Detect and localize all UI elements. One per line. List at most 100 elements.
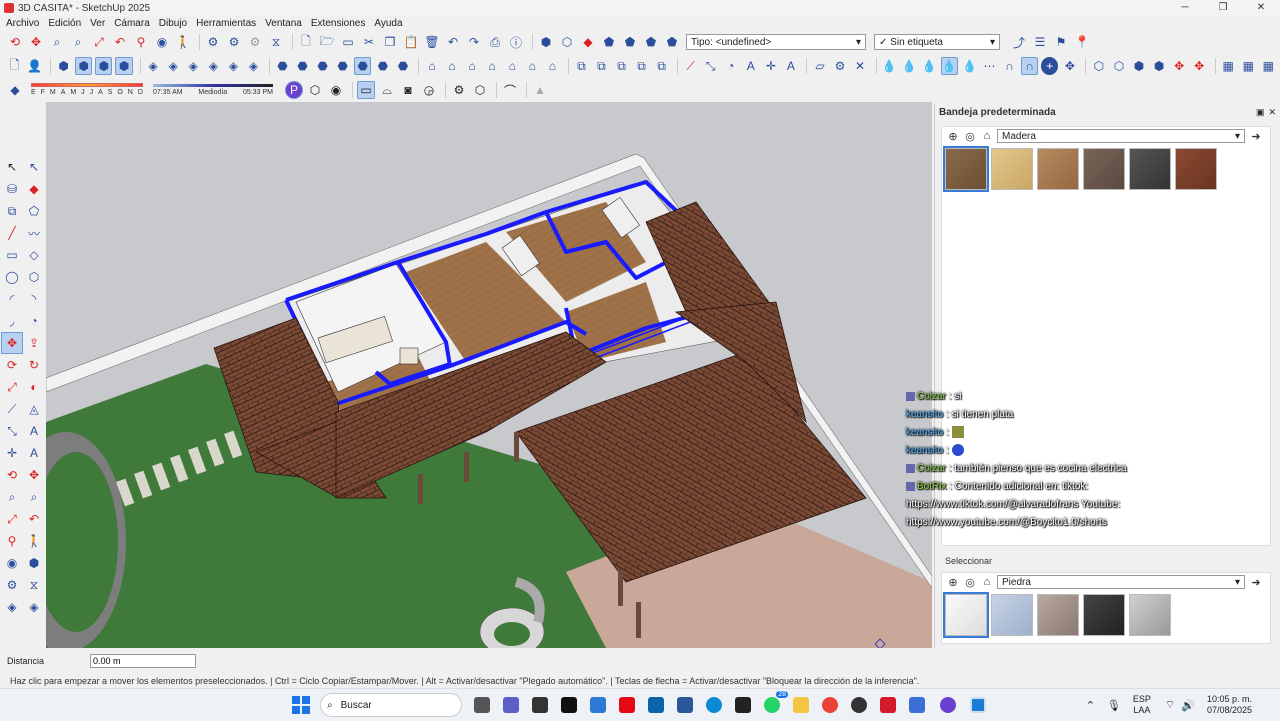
store-icon[interactable] — [590, 697, 606, 713]
material-swatch[interactable] — [991, 148, 1033, 190]
cube-view-icon[interactable]: ⬢ — [115, 57, 133, 75]
drop-icon[interactable]: 💧 — [921, 57, 938, 75]
camera-icon[interactable]: ▭ — [357, 81, 375, 99]
material-category-dropdown[interactable]: Piedra ▾ — [997, 575, 1245, 589]
paint-bucket-icon[interactable]: ⛁ — [1, 178, 23, 200]
scale-icon[interactable]: ⤢ — [1, 376, 23, 398]
orbit-icon[interactable]: ⟲ — [1, 464, 23, 486]
save-icon[interactable]: ▭ — [339, 33, 357, 51]
material-swatch[interactable] — [943, 146, 989, 192]
select-icon[interactable]: ↖ — [1, 156, 23, 178]
chrome-icon[interactable] — [822, 697, 838, 713]
sandbox-icon[interactable]: ▦ — [1220, 57, 1237, 75]
house-icon[interactable]: ⌂ — [484, 57, 501, 75]
model-info-icon[interactable]: ⓘ — [507, 33, 525, 51]
shaded-style-icon[interactable]: ⬣ — [334, 57, 351, 75]
open-icon[interactable]: 🗁 — [318, 33, 336, 51]
house-icon[interactable]: ⌂ — [464, 57, 481, 75]
menu-ver[interactable]: Ver — [90, 18, 105, 29]
circle-icon[interactable]: ◯ — [1, 266, 23, 288]
previous-icon[interactable]: ↶ — [23, 508, 45, 530]
arc-icon[interactable]: ◝ — [23, 288, 45, 310]
layer-icon[interactable]: ◈ — [1, 596, 23, 618]
drop-icon[interactable]: 💧 — [881, 57, 898, 75]
language-indicator[interactable]: ESP LAA — [1133, 694, 1151, 716]
whatsapp-icon[interactable]: 28 — [764, 691, 788, 713]
component-icon[interactable]: ⧉ — [613, 57, 630, 75]
outlook-icon[interactable] — [648, 697, 664, 713]
offset-icon[interactable]: ◐ — [23, 376, 45, 398]
wireframe-style-icon[interactable]: ⬣ — [294, 57, 311, 75]
solid-tool-icon[interactable]: ✥ — [1191, 57, 1208, 75]
cube-view-icon[interactable]: ⬢ — [75, 57, 93, 75]
create-material-icon[interactable]: ⊕ — [946, 130, 960, 143]
zoom-window-icon[interactable]: ⌕ — [23, 486, 45, 508]
record-icon[interactable]: ◉ — [327, 81, 345, 99]
document-icon[interactable]: 🗋 — [6, 57, 23, 75]
plus-circle-icon[interactable]: + — [1041, 57, 1059, 75]
layer-icon[interactable]: ◈ — [23, 596, 45, 618]
menu-camara[interactable]: Cámara — [114, 18, 150, 29]
cut-icon[interactable]: ✂ — [360, 33, 378, 51]
text-icon[interactable]: A — [23, 420, 45, 442]
undo-icon[interactable]: ↶ — [444, 33, 462, 51]
3d-text-icon[interactable]: A — [782, 57, 799, 75]
teams-icon[interactable] — [503, 697, 519, 713]
arc-icon[interactable]: ◜ — [1, 288, 23, 310]
textured-style-icon[interactable]: ⬣ — [354, 57, 372, 75]
share-model-icon[interactable]: ⬡ — [558, 33, 576, 51]
drop-icon[interactable]: 💧 — [940, 57, 958, 75]
arc-icon[interactable]: ◞ — [1, 310, 23, 332]
axes-icon[interactable]: ✛ — [762, 57, 779, 75]
type-dropdown[interactable]: Tipo: <undefined> ▾ — [686, 34, 866, 50]
minimize-icon[interactable]: ─ — [1166, 0, 1204, 16]
close-icon[interactable]: ✕ — [852, 57, 869, 75]
protractor-icon[interactable]: ◔ — [722, 57, 739, 75]
create-material-icon[interactable]: ⊕ — [946, 576, 960, 589]
close-icon[interactable]: ✕ — [1242, 0, 1280, 16]
menu-herramientas[interactable]: Herramientas — [196, 18, 256, 29]
sandbox-icon[interactable]: ⧖ — [23, 574, 45, 596]
previous-view-icon[interactable]: ↶ — [111, 33, 129, 51]
file-explorer-icon[interactable] — [793, 697, 809, 713]
zoom-icon[interactable]: ⌕ — [48, 33, 66, 51]
rotate-icon[interactable]: ⟳ — [1, 354, 23, 376]
cube-view-icon[interactable]: ⬢ — [55, 57, 72, 75]
component-icon[interactable]: ⧉ — [653, 57, 670, 75]
front-view-icon[interactable]: ◈ — [185, 57, 202, 75]
volume-icon[interactable]: 🔊 — [1181, 699, 1195, 712]
drop-icon[interactable]: 💧 — [901, 57, 918, 75]
wifi-icon[interactable]: ⌔ — [1165, 698, 1175, 712]
magnet-icon[interactable]: ∩ — [1001, 57, 1018, 75]
tag-flag-icon[interactable]: ⚑ — [1052, 33, 1070, 51]
chevron-up-icon[interactable]: ⌃ — [1086, 699, 1095, 712]
extension-icon[interactable]: ⬟ — [663, 33, 681, 51]
gear-icon[interactable]: ⚙ — [246, 33, 264, 51]
zoom-window-icon[interactable]: ⌕ — [69, 33, 87, 51]
new-icon[interactable]: 🗋 — [297, 33, 315, 51]
xray-style-icon[interactable]: ⬣ — [274, 57, 291, 75]
material-swatch[interactable] — [1083, 148, 1125, 190]
tools-icon[interactable]: ⌒ — [501, 81, 519, 99]
location-icon[interactable]: 📍 — [1073, 33, 1091, 51]
copy-icon[interactable]: ❐ — [381, 33, 399, 51]
left-view-icon[interactable]: ◈ — [245, 57, 262, 75]
microphone-icon[interactable]: 🎙 — [1107, 699, 1121, 712]
move-icon[interactable]: ✥ — [1, 332, 23, 354]
look-around-icon[interactable]: ◉ — [1, 552, 23, 574]
line-icon[interactable]: ╱ — [1, 222, 23, 244]
shadow-time-slider[interactable]: 07:35 AM Mediodía 05:33 PM — [153, 81, 273, 99]
camera-icon[interactable]: ⌓ — [378, 81, 396, 99]
edge-icon[interactable] — [706, 697, 722, 713]
display-options-icon[interactable]: ◎ — [963, 130, 977, 143]
polygon-icon[interactable]: ⬡ — [23, 266, 45, 288]
close-icon[interactable]: ✕ — [1268, 107, 1276, 118]
pin-icon[interactable]: ▣ — [1256, 107, 1265, 118]
make-component-icon[interactable]: ⧉ — [1, 200, 23, 222]
extension-icon[interactable]: ⬟ — [621, 33, 639, 51]
position-camera-icon[interactable]: ⚲ — [132, 33, 150, 51]
paste-icon[interactable]: 📋 — [402, 33, 420, 51]
menu-dibujo[interactable]: Dibujo — [159, 18, 187, 29]
redo-icon[interactable]: ↷ — [465, 33, 483, 51]
tag-dropdown[interactable]: ✓ Sin etiqueta ▾ — [874, 34, 1000, 50]
